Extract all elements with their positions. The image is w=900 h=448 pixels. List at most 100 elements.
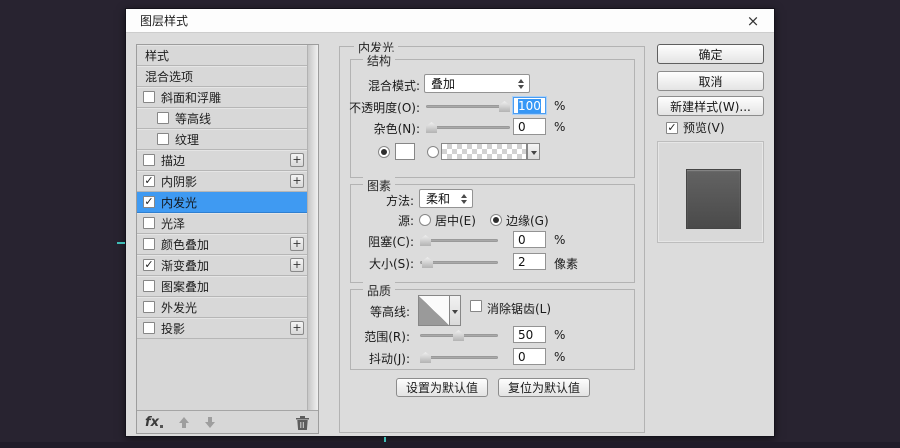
chevron-updown-icon	[518, 79, 524, 89]
checkbox-icon[interactable]	[143, 175, 155, 187]
move-down-icon[interactable]	[205, 417, 215, 428]
gradient-picker[interactable]	[441, 143, 527, 160]
checkbox-icon[interactable]	[143, 196, 155, 208]
sidebar-item-gradient-overlay[interactable]: 渐变叠加	[137, 255, 307, 276]
range-unit: %	[554, 328, 565, 342]
size-label: 大小(S):	[340, 255, 414, 272]
sidebar-item-drop-shadow[interactable]: 投影	[137, 318, 307, 339]
styles-sidebar: 样式 混合选项 斜面和浮雕 等高线 纹理 描边	[136, 44, 319, 434]
size-unit: 像素	[554, 255, 578, 272]
sidebar-item-bevel-emboss[interactable]: 斜面和浮雕	[137, 87, 307, 108]
sidebar-item-styles-header[interactable]: 样式	[137, 45, 307, 66]
dialog-title: 图层样式	[140, 12, 188, 29]
noise-slider[interactable]	[426, 122, 510, 133]
inner-glow-panel: 内发光 结构 混合模式: 叠加 不透明度(O): 100 % 杂色(N): 0 …	[339, 46, 645, 433]
add-effect-icon[interactable]	[290, 258, 304, 272]
add-effect-icon[interactable]	[290, 174, 304, 188]
contour-thumbnail[interactable]	[418, 295, 450, 326]
fx-icon[interactable]: fx	[145, 415, 159, 430]
jitter-label: 抖动(J):	[340, 350, 410, 367]
bottom-edge-strip	[0, 442, 900, 448]
size-input[interactable]: 2	[513, 253, 546, 270]
contour-dropdown-icon[interactable]	[450, 295, 461, 326]
source-edge-label: 边缘(G)	[506, 212, 549, 229]
jitter-unit: %	[554, 350, 565, 364]
gradient-fill-radio[interactable]	[427, 146, 439, 158]
sidebar-footer: fx	[137, 410, 318, 433]
structure-group-label: 结构	[363, 52, 395, 69]
checkbox-icon[interactable]	[143, 322, 155, 334]
size-slider[interactable]	[420, 257, 498, 268]
range-slider[interactable]	[420, 330, 498, 341]
checkbox-icon[interactable]	[143, 217, 155, 229]
antialias-label: 消除锯齿(L)	[487, 300, 551, 317]
sidebar-item-texture[interactable]: 纹理	[137, 129, 307, 150]
reset-default-button[interactable]: 复位为默认值	[498, 378, 590, 397]
technique-label: 方法:	[340, 192, 414, 209]
range-input[interactable]: 50	[513, 326, 546, 343]
sidebar-item-stroke[interactable]: 描边	[137, 150, 307, 171]
move-up-icon[interactable]	[179, 417, 189, 428]
glow-color-swatch[interactable]	[395, 143, 415, 160]
sidebar-scrollbar[interactable]	[307, 45, 318, 410]
opacity-input[interactable]: 100	[513, 97, 546, 114]
checkbox-icon[interactable]	[143, 154, 155, 166]
contour-label: 等高线:	[340, 303, 410, 320]
sidebar-item-pattern-overlay[interactable]: 图案叠加	[137, 276, 307, 297]
jitter-input[interactable]: 0	[513, 348, 546, 365]
preview-checkbox[interactable]	[666, 122, 678, 134]
teal-marker	[117, 242, 125, 244]
add-effect-icon[interactable]	[290, 153, 304, 167]
add-effect-icon[interactable]	[290, 237, 304, 251]
checkbox-icon[interactable]	[143, 259, 155, 271]
checkbox-icon[interactable]	[143, 91, 155, 103]
preview-label: 预览(V)	[683, 119, 725, 136]
blend-mode-label: 混合模式:	[340, 77, 420, 94]
sidebar-item-inner-shadow[interactable]: 内阴影	[137, 171, 307, 192]
ok-button[interactable]: 确定	[657, 44, 764, 64]
sidebar-item-contour[interactable]: 等高线	[137, 108, 307, 129]
style-preview-box	[657, 141, 764, 243]
opacity-slider[interactable]	[426, 101, 510, 112]
checkbox-icon[interactable]	[143, 280, 155, 292]
opacity-label: 不透明度(O):	[340, 99, 420, 116]
fx-menu-dot-icon	[160, 425, 163, 428]
choke-slider[interactable]	[420, 235, 498, 246]
close-icon[interactable]: ×	[744, 12, 762, 30]
noise-unit: %	[554, 120, 565, 134]
checkbox-icon[interactable]	[143, 238, 155, 250]
checkbox-icon[interactable]	[157, 133, 169, 145]
jitter-slider[interactable]	[420, 352, 498, 363]
technique-select[interactable]: 柔和	[419, 189, 473, 208]
new-style-button[interactable]: 新建样式(W)...	[657, 96, 764, 116]
choke-unit: %	[554, 233, 565, 247]
blend-mode-select[interactable]: 叠加	[424, 74, 530, 93]
sidebar-item-color-overlay[interactable]: 颜色叠加	[137, 234, 307, 255]
antialias-checkbox[interactable]	[470, 300, 482, 312]
make-default-button[interactable]: 设置为默认值	[396, 378, 488, 397]
sidebar-item-outer-glow[interactable]: 外发光	[137, 297, 307, 318]
choke-input[interactable]: 0	[513, 231, 546, 248]
cancel-button[interactable]: 取消	[657, 71, 764, 91]
quality-group-label: 品质	[363, 282, 395, 299]
checkbox-icon[interactable]	[143, 301, 155, 313]
opacity-unit: %	[554, 99, 565, 113]
sidebar-item-inner-glow[interactable]: 内发光	[137, 192, 307, 213]
noise-input[interactable]: 0	[513, 118, 546, 135]
gradient-dropdown-icon[interactable]	[527, 143, 540, 160]
color-fill-radio[interactable]	[378, 146, 390, 158]
noise-label: 杂色(N):	[340, 120, 420, 137]
choke-label: 阻塞(C):	[340, 233, 414, 250]
source-label: 源:	[340, 212, 414, 229]
sidebar-item-satin[interactable]: 光泽	[137, 213, 307, 234]
sidebar-item-blending-options[interactable]: 混合选项	[137, 66, 307, 87]
preview-toggle-row: 预览(V)	[666, 119, 725, 136]
add-effect-icon[interactable]	[290, 321, 304, 335]
source-center-radio[interactable]	[419, 214, 431, 226]
dialog-titlebar: 图层样式 ×	[126, 9, 774, 33]
styles-list: 样式 混合选项 斜面和浮雕 等高线 纹理 描边	[137, 45, 318, 410]
checkbox-icon[interactable]	[157, 112, 169, 124]
trash-icon[interactable]	[296, 415, 309, 429]
style-preview-swatch	[686, 169, 741, 229]
source-edge-radio[interactable]	[490, 214, 502, 226]
